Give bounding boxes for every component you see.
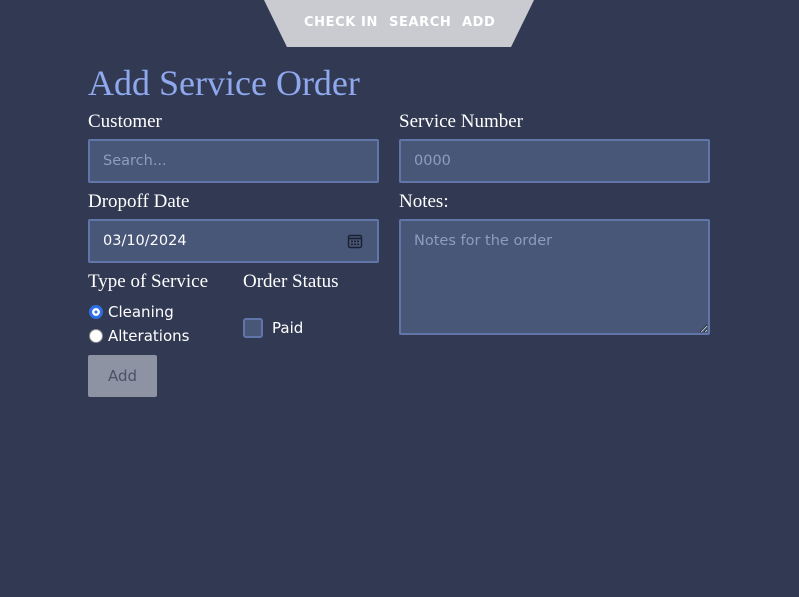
radio-alterations[interactable] [89,329,103,343]
order-status-label: Order Status [243,271,339,292]
dropoff-date-value: 03/10/2024 [103,233,187,249]
radio-alterations-option[interactable]: Alterations [88,327,189,345]
radio-cleaning-option[interactable]: Cleaning [88,303,174,321]
add-button[interactable]: Add [88,355,157,397]
notes-textarea[interactable] [399,219,710,335]
radio-alterations-label: Alterations [108,327,190,345]
customer-label: Customer [88,111,162,132]
radio-cleaning-label: Cleaning [108,303,174,321]
service-type-label: Type of Service [88,271,209,292]
page-title: Add Service Order [88,63,360,103]
paid-checkbox-option[interactable]: Paid [243,318,303,338]
calendar-icon[interactable] [347,233,363,249]
customer-search-input[interactable] [88,139,379,183]
top-nav: CHECK IN SEARCH ADD [264,0,534,47]
dropoff-date-label: Dropoff Date [88,191,190,212]
nav-add-link[interactable]: ADD [462,15,495,30]
paid-checkbox-label: Paid [272,319,304,337]
dropoff-date-input[interactable]: 03/10/2024 [88,219,379,263]
service-number-label: Service Number [399,111,523,132]
nav-check-in-link[interactable]: CHECK IN [304,15,378,30]
nav-search-link[interactable]: SEARCH [389,15,451,30]
service-number-input[interactable] [399,139,710,183]
radio-cleaning[interactable] [89,305,103,319]
notes-label: Notes: [399,191,449,212]
paid-checkbox[interactable] [243,318,263,338]
